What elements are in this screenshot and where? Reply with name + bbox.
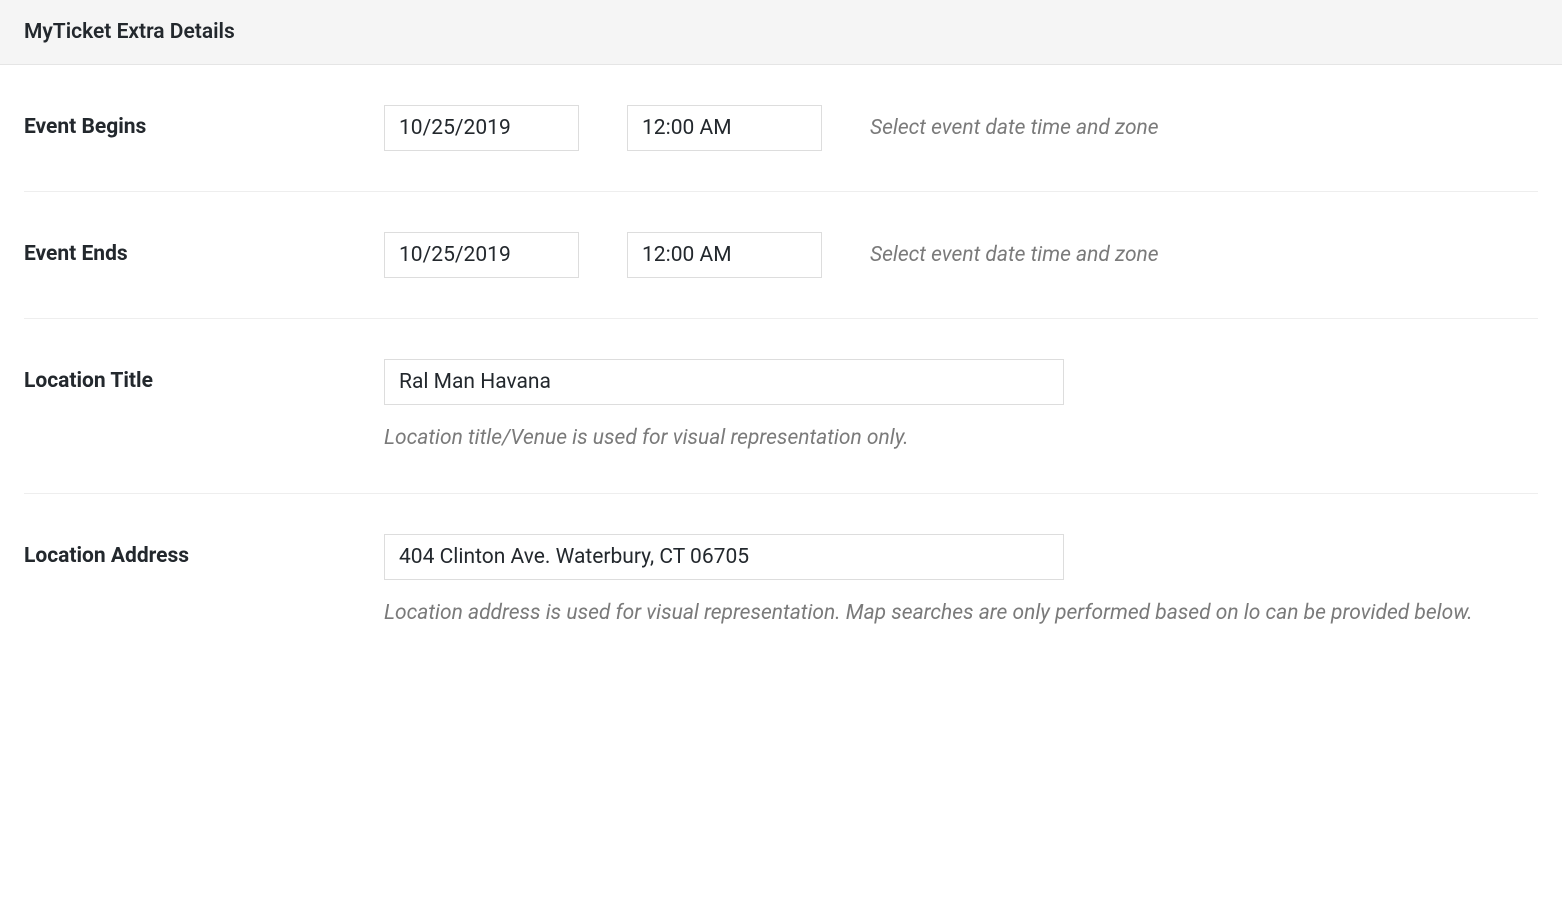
label-event-ends: Event Ends bbox=[24, 232, 384, 266]
location-title-input[interactable] bbox=[384, 359, 1064, 405]
controls-location-address: Location address is used for visual repr… bbox=[384, 534, 1538, 628]
row-location-title: Location Title Location title/Venue is u… bbox=[24, 319, 1538, 494]
hint-event-begins: Select event date time and zone bbox=[870, 116, 1159, 140]
panel-body: Event Begins Select event date time and … bbox=[0, 65, 1562, 669]
location-address-input[interactable] bbox=[384, 534, 1064, 580]
label-location-address: Location Address bbox=[24, 534, 384, 568]
input-group-event-begins bbox=[384, 105, 822, 151]
label-location-title: Location Title bbox=[24, 359, 384, 393]
event-ends-date-input[interactable] bbox=[384, 232, 579, 278]
label-event-begins: Event Begins bbox=[24, 105, 384, 139]
event-begins-date-input[interactable] bbox=[384, 105, 579, 151]
event-begins-time-input[interactable] bbox=[627, 105, 822, 151]
row-event-ends: Event Ends Select event date time and zo… bbox=[24, 192, 1538, 319]
panel-title: MyTicket Extra Details bbox=[24, 20, 1538, 44]
input-group-event-ends bbox=[384, 232, 822, 278]
row-event-begins: Event Begins Select event date time and … bbox=[24, 65, 1538, 192]
controls-location-title: Location title/Venue is used for visual … bbox=[384, 359, 1538, 453]
inline-event-ends: Select event date time and zone bbox=[384, 232, 1538, 278]
controls-event-ends: Select event date time and zone bbox=[384, 232, 1538, 278]
hint-location-address: Location address is used for visual repr… bbox=[384, 598, 1538, 628]
controls-event-begins: Select event date time and zone bbox=[384, 105, 1538, 151]
inline-event-begins: Select event date time and zone bbox=[384, 105, 1538, 151]
event-ends-time-input[interactable] bbox=[627, 232, 822, 278]
panel-header: MyTicket Extra Details bbox=[0, 0, 1562, 65]
row-location-address: Location Address Location address is use… bbox=[24, 494, 1538, 668]
hint-location-title: Location title/Venue is used for visual … bbox=[384, 423, 1538, 453]
hint-event-ends: Select event date time and zone bbox=[870, 243, 1159, 267]
